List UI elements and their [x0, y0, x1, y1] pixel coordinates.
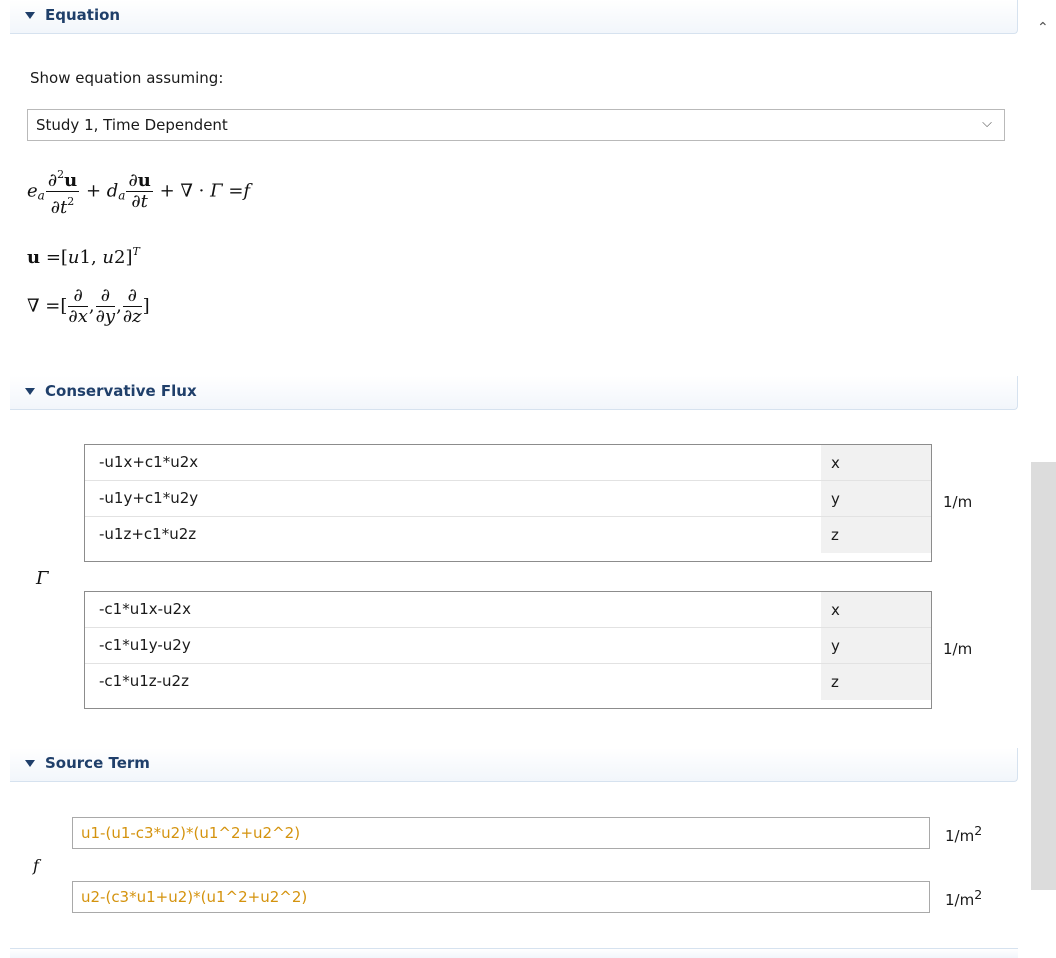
flux-expression[interactable]: -c1*u1y-u2y	[99, 636, 191, 654]
flux-vector-2[interactable]: -c1*u1x-u2x x -c1*u1y-u2y y -c1*u1z-u2z …	[84, 591, 932, 709]
study-select[interactable]: Study 1, Time Dependent ⌵	[27, 109, 1005, 141]
table-row[interactable]: -c1*u1x-u2x x	[85, 592, 931, 628]
conservative-flux-section-header[interactable]: Conservative Flux	[10, 376, 1018, 410]
collapse-triangle-icon	[25, 760, 35, 767]
unit-base: 1/m	[945, 827, 975, 845]
component-label: y	[831, 637, 840, 655]
flux-expression[interactable]: -u1z+c1*u2z	[99, 525, 196, 543]
source-term-input-1[interactable]: u1-(u1-c3*u2)*(u1^2+u2^2)	[72, 817, 930, 849]
collapse-triangle-icon	[25, 388, 35, 395]
equation-section-header[interactable]: Equation	[10, 0, 1018, 34]
chevron-up-icon[interactable]: ⌃	[1037, 20, 1049, 36]
table-row[interactable]: -c1*u1z-u2z z	[85, 664, 931, 700]
next-section-header[interactable]	[10, 948, 1018, 958]
source-expression: u1-(u1-c3*u2)*(u1^2+u2^2)	[81, 824, 301, 842]
unit-exponent: 2	[974, 823, 983, 838]
component-label: x	[831, 601, 840, 619]
source-term-section-header[interactable]: Source Term	[10, 748, 1018, 782]
section-title: Conservative Flux	[45, 382, 197, 400]
component-label: y	[831, 490, 840, 508]
collapse-triangle-icon	[25, 12, 35, 19]
show-equation-label: Show equation assuming:	[30, 69, 224, 87]
component-label: x	[831, 454, 840, 472]
f-symbol: f	[33, 856, 39, 875]
table-row[interactable]: -u1y+c1*u2y y	[85, 481, 931, 517]
flux-expression[interactable]: -u1y+c1*u2y	[99, 489, 198, 507]
unit-base: 1/m	[945, 891, 975, 909]
source-term-input-2[interactable]: u2-(c3*u1+u2)*(u1^2+u2^2)	[72, 881, 930, 913]
flux-expression[interactable]: -c1*u1z-u2z	[99, 672, 189, 690]
component-cell: y	[821, 628, 931, 663]
gamma-symbol: Γ	[36, 568, 49, 589]
scrollbar-thumb[interactable]	[1031, 462, 1056, 890]
component-cell: x	[821, 445, 931, 480]
flux-expression[interactable]: -u1x+c1*u2x	[99, 453, 198, 471]
component-cell: y	[821, 481, 931, 516]
flux-expression[interactable]: -c1*u1x-u2x	[99, 600, 191, 618]
equation-line-2: u =[u1, u2]T	[27, 245, 140, 268]
flux-unit-1: 1/m	[943, 493, 973, 511]
component-label: z	[831, 526, 839, 544]
flux-vector-1[interactable]: -u1x+c1*u2x x -u1y+c1*u2y y -u1z+c1*u2z …	[84, 444, 932, 562]
chevron-down-icon: ⌵	[982, 116, 992, 131]
component-cell: z	[821, 517, 931, 553]
component-label: z	[831, 673, 839, 691]
equation-line-1: ea ∂2u ∂t2 + da ∂u ∂t + ∇ · Γ =f	[27, 165, 250, 218]
equation-line-3: ∇ =[∂ ∂x, ∂ ∂y, ∂ ∂z]	[27, 285, 150, 327]
section-title: Source Term	[45, 754, 150, 772]
component-cell: z	[821, 664, 931, 700]
study-select-value: Study 1, Time Dependent	[36, 116, 228, 134]
component-cell: x	[821, 592, 931, 627]
source-unit-1: 1/m2	[945, 823, 982, 845]
source-unit-2: 1/m2	[945, 887, 982, 909]
source-expression: u2-(c3*u1+u2)*(u1^2+u2^2)	[81, 888, 308, 906]
section-title: Equation	[45, 6, 121, 24]
table-row[interactable]: -u1x+c1*u2x x	[85, 445, 931, 481]
table-row[interactable]: -u1z+c1*u2z z	[85, 517, 931, 553]
table-row[interactable]: -c1*u1y-u2y y	[85, 628, 931, 664]
flux-unit-2: 1/m	[943, 640, 973, 658]
unit-exponent: 2	[974, 887, 983, 902]
